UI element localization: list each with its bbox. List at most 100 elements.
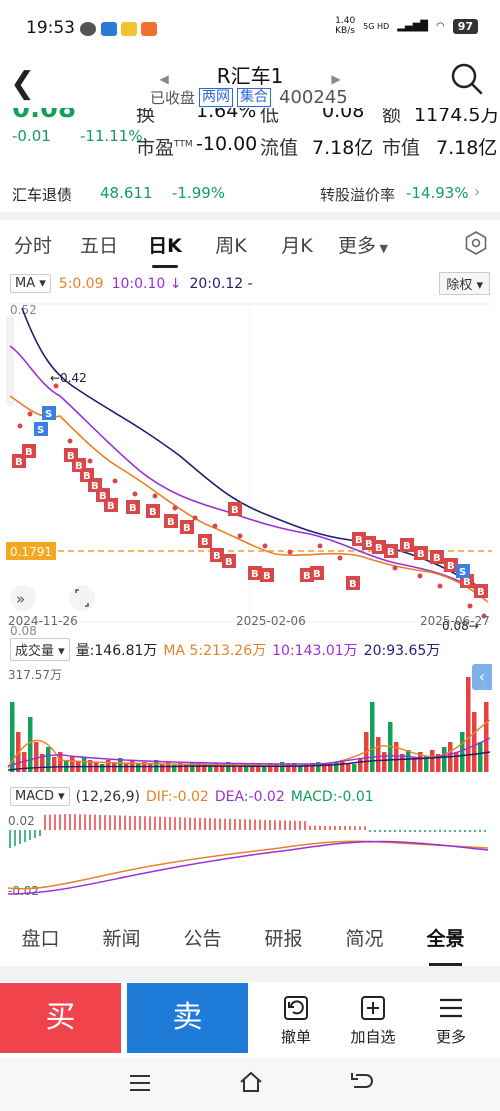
pe-value: -10.00	[196, 133, 258, 155]
svg-text:B: B	[387, 547, 395, 558]
svg-text:S: S	[459, 567, 466, 578]
tab-profile[interactable]: 简况	[324, 910, 405, 962]
ma5-value: 5:0.09	[58, 275, 104, 292]
svg-text:B: B	[355, 535, 363, 546]
tab-rik[interactable]: 日K	[132, 231, 198, 268]
add-watchlist-button[interactable]: 加自选	[333, 990, 413, 1047]
convertible-bond-row[interactable]: 汇车退债 48.611 -1.99% 转股溢价率 -14.93% ›	[0, 178, 500, 210]
menu-icon	[411, 990, 491, 1026]
add-icon	[333, 990, 413, 1026]
svg-text:B: B	[213, 551, 221, 562]
bond-price: 48.611	[100, 184, 153, 202]
svg-text:B: B	[15, 457, 23, 468]
svg-text:B: B	[365, 539, 373, 550]
float-label: 流值	[260, 137, 299, 159]
svg-text:B: B	[99, 491, 107, 502]
low-label: 低	[260, 108, 280, 126]
ma-selector[interactable]: MA ▾	[10, 274, 51, 293]
tab-news[interactable]: 新闻	[81, 910, 162, 962]
search-icon[interactable]	[450, 62, 484, 96]
info-tabs: 盘口 新闻 公告 研报 简况 全景	[0, 910, 500, 966]
svg-text:B: B	[83, 471, 91, 482]
nav-back-icon[interactable]	[348, 1070, 374, 1094]
volume-bar	[442, 747, 447, 772]
period-tabs: 分时 五日 日K 周K 月K 更多 ▼	[0, 222, 500, 268]
volume-bar	[136, 764, 141, 772]
revoke-label: 撤单	[280, 1028, 311, 1046]
volume-selector[interactable]: 成交量 ▾	[10, 638, 70, 661]
volume-bar	[160, 764, 165, 772]
stock-subline: 已收盘 两网 集合 400245	[150, 87, 348, 108]
ma20-value: 20:0.12 -	[189, 275, 253, 292]
amount-value: 1174.5万	[414, 108, 500, 126]
app-notification-icon-2	[121, 22, 137, 36]
svg-text:B: B	[447, 561, 455, 572]
home-icon[interactable]	[238, 1070, 264, 1094]
tab-yuek[interactable]: 月K	[264, 231, 330, 258]
svg-text:B: B	[167, 517, 175, 528]
svg-text:B: B	[25, 447, 33, 458]
svg-text:B: B	[477, 587, 485, 598]
signal-icon: ▂▄▆█	[397, 20, 428, 32]
volume-bar	[190, 762, 195, 772]
mcap-label: 市值	[382, 137, 421, 159]
volume-bar	[70, 756, 75, 772]
macd-dea: DEA:-0.02	[214, 788, 285, 805]
stock-code: 400245	[279, 87, 348, 108]
svg-text:B: B	[201, 537, 209, 548]
wechat-icon	[80, 22, 96, 36]
volume-bar	[148, 763, 153, 772]
system-nav-bar	[0, 1058, 500, 1111]
app-notification-icon	[101, 22, 117, 36]
chevron-right-icon: ›	[474, 182, 481, 201]
svg-text:B: B	[263, 571, 271, 582]
network-type: 5G HD	[363, 21, 390, 31]
bond-name: 汇车退债	[12, 186, 73, 204]
recents-icon[interactable]	[128, 1072, 152, 1094]
status-bar: 19:53 1.40 KB/s 5G HD ▂▄▆█ ◠ 97	[0, 0, 500, 58]
prev-stock-icon[interactable]: ◀	[159, 72, 168, 86]
amount-label: 额	[382, 108, 402, 126]
tab-announcements[interactable]: 公告	[162, 910, 243, 962]
volume-ma20: 20:93.65万	[363, 642, 441, 659]
svg-text:B: B	[433, 553, 441, 564]
tab-zhouk[interactable]: 周K	[198, 231, 264, 258]
kline-chart[interactable]: 0.52 0.08 0.1791 BB BBBB BB B B BBBB BBB…	[0, 296, 500, 636]
volume-bar	[406, 750, 411, 772]
closed-label: 已收盘	[150, 89, 196, 107]
more-button[interactable]: 更多	[411, 990, 491, 1047]
low-value: 0.08	[322, 108, 365, 122]
tab-wuri[interactable]: 五日	[66, 231, 132, 258]
tab-research[interactable]: 研报	[243, 910, 324, 962]
last-price: 0.08	[12, 108, 77, 124]
volume-bar	[184, 764, 189, 772]
tab-fenshi[interactable]: 分时	[0, 231, 66, 258]
date-label-end: 2025-06-27	[420, 614, 490, 628]
sell-button[interactable]: 卖	[127, 983, 248, 1053]
buy-button[interactable]: 买	[0, 983, 121, 1053]
premium-value: -14.93%	[406, 184, 469, 202]
svg-text:B: B	[375, 543, 383, 554]
price-change: -0.01	[12, 127, 51, 145]
volume-ma10: 10:143.01万	[272, 642, 358, 659]
expand-chart-icon[interactable]: »	[10, 585, 36, 611]
volume-bar	[376, 737, 381, 772]
ma-legend: MA ▾ 5:0.09 10:0.10 ↓ 20:0.12 -	[10, 274, 253, 293]
current-price-value: 0.1791	[10, 545, 52, 559]
tag-jihe: 集合	[237, 88, 272, 107]
macd-value: MACD:-0.01	[290, 788, 374, 805]
next-stock-icon[interactable]: ▶	[331, 72, 340, 86]
adjust-selector[interactable]: 除权 ▾	[439, 272, 490, 295]
revoke-order-button[interactable]: 撤单	[256, 990, 336, 1047]
tab-pankou[interactable]: 盘口	[0, 910, 81, 962]
fullscreen-icon[interactable]	[69, 585, 95, 611]
chart-settings-icon[interactable]	[464, 231, 488, 255]
svg-text:B: B	[67, 451, 75, 462]
macd-selector[interactable]: MACD ▾	[10, 787, 70, 806]
stock-title: R汇车1	[216, 64, 284, 88]
svg-text:B: B	[91, 481, 99, 492]
tab-overview[interactable]: 全景	[405, 910, 486, 966]
pe-label: 市盈TTM	[136, 137, 193, 159]
battery-indicator: 97	[452, 18, 478, 34]
tab-more[interactable]: 更多 ▼	[330, 231, 396, 258]
